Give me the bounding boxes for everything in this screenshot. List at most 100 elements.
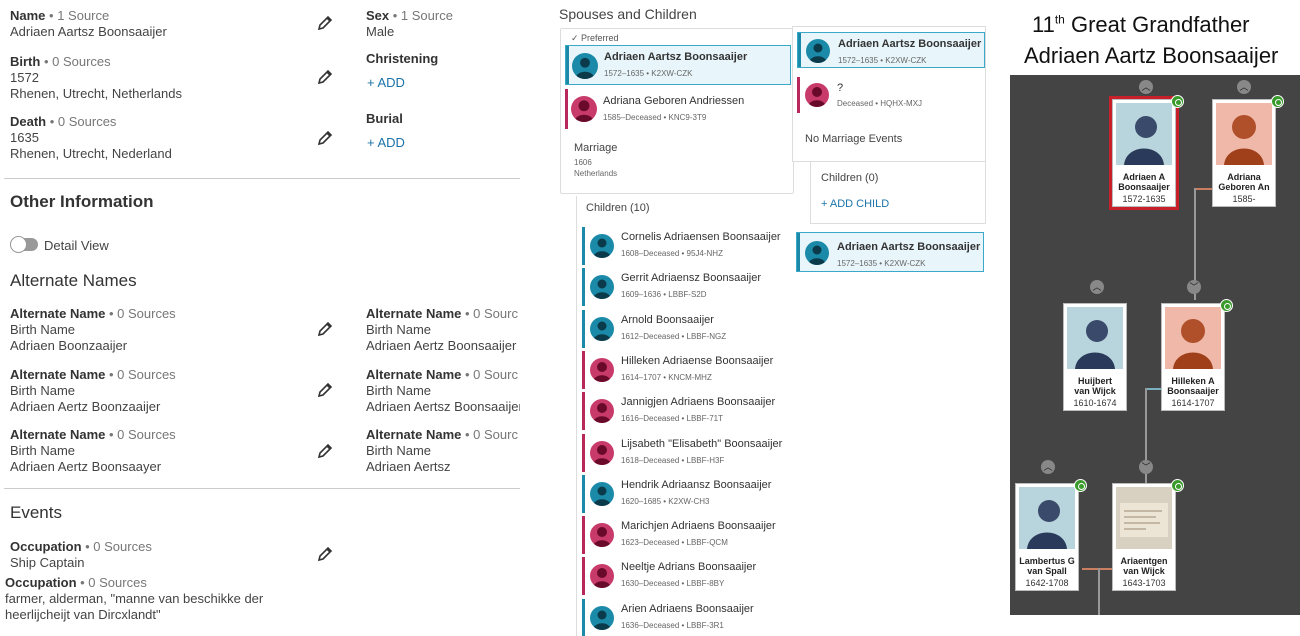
female-bar (582, 350, 585, 389)
event-sources[interactable]: • 0 Sources (77, 575, 147, 590)
female-bar (582, 433, 585, 472)
add-burial-button[interactable]: + ADD (367, 135, 405, 150)
events-title: Events (10, 503, 62, 522)
child-name: Arien Adriaens Boonsaaijer (621, 602, 754, 615)
child-card[interactable]: Arien Adriaens Boonsaaijer 1636–Deceased … (582, 598, 792, 636)
edit-alt-name-pencil-icon[interactable] (317, 443, 333, 459)
third-family-husband-card[interactable]: Adriaen Aartsz Boonsaaijer 1572–1635 • K… (796, 232, 984, 272)
male-avatar-icon (590, 316, 614, 341)
female-bar (797, 77, 800, 113)
child-card[interactable]: Marichjen Adriaens Boonsaaijer 1623–Decea… (582, 516, 792, 555)
add-child-button[interactable]: + ADD CHILD (821, 198, 889, 210)
male-bar (582, 598, 585, 636)
tree-person-name: Adriaen A Boonsaaijer (1113, 172, 1175, 192)
alt-name-sources[interactable]: • 0 Sourc (461, 427, 518, 442)
expand-up-icon[interactable]: ︿ (1041, 460, 1055, 474)
alt-name-sources[interactable]: • 0 Sourc (461, 367, 518, 382)
alt-name-value: Adriaen Aertsz (366, 459, 451, 474)
edit-alt-name-pencil-icon[interactable] (317, 382, 333, 398)
male-bar (582, 474, 585, 513)
alt-name-6: Alternate Name • 0 Sourc Birth Name Adri… (366, 427, 520, 475)
wife-card[interactable]: Adriana Geboren Andriessen 1585–Deceased… (565, 89, 791, 129)
birth-field: Birth • 0 Sources 1572 Rhenen, Utrecht, … (10, 54, 182, 102)
person-name: Adriaen Aartsz Boonsaaijer (604, 51, 748, 63)
child-card[interactable]: Gerrit Adriaensz Boonsaaijer 1609–1636 • … (582, 268, 792, 307)
child-name: Marichjen Adriaens Boonsaaijer (621, 520, 776, 533)
tree-person-card[interactable]: Adriana Geboren An 1585- (1212, 95, 1284, 207)
record-hint-icon[interactable] (1171, 479, 1184, 492)
alt-name-sources[interactable]: • 0 Sourc (461, 306, 518, 321)
expand-up-icon[interactable]: ︿ (1090, 280, 1104, 294)
husband-card[interactable]: Adriaen Aartsz Boonsaaijer 1572–1635 • K… (565, 45, 791, 85)
person-meta: 1585–Deceased • KNC9-3T9 (603, 113, 707, 122)
alt-name-sources[interactable]: • 0 Sources (105, 306, 176, 321)
name-sources[interactable]: • 1 Source (45, 8, 109, 23)
burial-field: Burial (366, 111, 403, 127)
male-bar (798, 33, 801, 67)
child-name: Cornelis Adriaensen Boonsaaijer (621, 231, 781, 243)
alt-name-type: Birth Name (366, 322, 432, 337)
expand-down-icon[interactable]: ﹀ (1187, 280, 1201, 294)
child-card[interactable]: Jannigjen Adriaens Boonsaaijer 1616–Decea… (582, 392, 792, 431)
alt-name-sources[interactable]: • 0 Sources (105, 367, 176, 382)
death-sources[interactable]: • 0 Sources (46, 114, 117, 129)
expand-down-icon[interactable]: ﹀ (1139, 460, 1153, 474)
alt-name-3: Alternate Name • 0 Sources Birth Name Ad… (10, 367, 176, 415)
edit-alt-name-pencil-icon[interactable] (317, 321, 333, 337)
person-name: ? (837, 82, 844, 94)
record-hint-icon[interactable] (1271, 95, 1284, 108)
record-hint-icon[interactable] (1074, 479, 1087, 492)
record-hint-icon[interactable] (1171, 95, 1184, 108)
alt-name-sources[interactable]: • 0 Sources (105, 427, 176, 442)
male-avatar-icon (806, 39, 830, 63)
tree-person-card[interactable]: Huijbert van Wijck 1610-1674 (1063, 303, 1127, 411)
child-card[interactable]: Lijsabeth "Elisabeth" Boonsaaijer 1618–De… (582, 433, 792, 472)
child-card[interactable]: Arnold Boonsaaijer 1612–Deceased • LBBF-N… (582, 309, 792, 348)
relationship-ordinal: th (1054, 12, 1065, 27)
child-meta: 1630–Deceased • LBBF-8BY (621, 579, 725, 589)
edit-death-pencil-icon[interactable] (317, 130, 333, 146)
female-avatar-icon (590, 440, 614, 465)
male-avatar-icon (590, 481, 614, 506)
expand-up-icon[interactable]: ︿ (1139, 80, 1153, 94)
birth-place: Rhenen, Utrecht, Netherlands (10, 86, 182, 101)
tree-person-name: Lambertus Gvan Spall (1016, 556, 1078, 576)
add-christening-button[interactable]: + ADD (367, 75, 405, 90)
event-label: Occupation (5, 575, 77, 590)
name-line: Ariaentgen (1120, 556, 1168, 566)
tree-person-card[interactable]: Hilleken A Boonsaaijer 1614-1707 (1161, 299, 1233, 411)
christening-field: Christening (366, 51, 438, 67)
tree-person-dates: 1642-1708 (1025, 578, 1069, 588)
female-bar (582, 557, 585, 596)
edit-name-pencil-icon[interactable] (317, 15, 333, 31)
tree-person-dates: 1572-1635 (1122, 194, 1166, 204)
event-sources[interactable]: • 0 Sources (82, 539, 152, 554)
child-card[interactable]: Hilleken Adriaense Boonsaaijer 1614–1707 … (582, 350, 792, 389)
alt-name-value: Adriaen Aertsz Boonsaaijer (366, 399, 520, 414)
birth-date: 1572 (10, 70, 39, 85)
edit-event-pencil-icon[interactable] (317, 546, 333, 562)
male-avatar-icon (572, 53, 598, 79)
tree-person-card[interactable]: Adriaen A Boonsaaijer 1572-1635 (1109, 95, 1184, 210)
child-name: Arnold Boonsaaijer (621, 313, 714, 326)
child-card[interactable]: Neeltje Adrians Boonsaaijer 1630–Deceased… (582, 557, 792, 596)
sex-sources[interactable]: • 1 Source (389, 8, 453, 23)
event-occupation-2: Occupation • 0 Sources farmer, alderman,… (5, 575, 263, 623)
expand-up-icon[interactable]: ︿ (1237, 80, 1251, 94)
child-card[interactable]: Hendrik Adriaansz Boonsaaijer 1620–1685 •… (582, 474, 792, 513)
second-family-children: Children (0) + ADD CHILD (810, 162, 986, 224)
edit-birth-pencil-icon[interactable] (317, 69, 333, 85)
tree-person-card[interactable]: Lambertus Gvan Spall 1642-1708 (1015, 479, 1087, 591)
tree-person-name: Ariaentgen van Wijck (1113, 556, 1175, 576)
husband-card[interactable]: Adriaen Aartsz Boonsaaijer 1572–1635 • K… (797, 32, 985, 68)
record-hint-icon[interactable] (1220, 299, 1233, 312)
name-line: Hilleken A (1171, 376, 1215, 386)
male-bar (582, 268, 585, 307)
tree-person-card[interactable]: Ariaentgen van Wijck 1643-1703 (1112, 479, 1184, 591)
wife-card[interactable]: ? Deceased • HQHX-MXJ (797, 77, 985, 113)
tree-person-dates: 1585- (1232, 194, 1256, 204)
name-label: Name (10, 8, 46, 23)
child-card[interactable]: Cornelis Adriaensen Boonsaaijer 1608–Dece… (582, 227, 792, 265)
birth-sources[interactable]: • 0 Sources (40, 54, 111, 69)
detail-view-toggle[interactable] (10, 236, 38, 253)
